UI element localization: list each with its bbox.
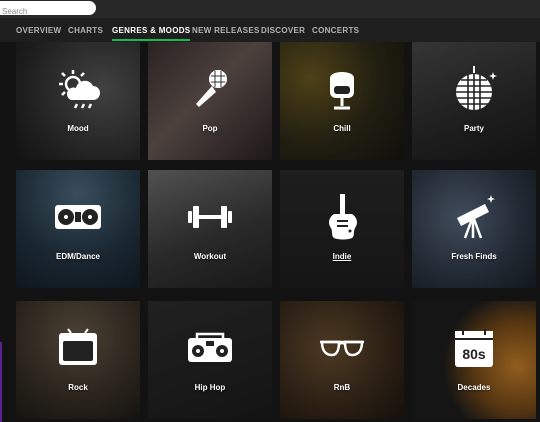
amplifier-icon <box>53 323 103 373</box>
boombox-icon <box>185 323 235 373</box>
genre-label: Rock <box>68 383 88 392</box>
genre-label: EDM/Dance <box>55 252 100 261</box>
genre-tile-rnb[interactable]: RnB <box>280 301 404 419</box>
genre-label: Fresh Finds <box>451 252 497 261</box>
genre-tile-party[interactable]: Party <box>412 42 536 160</box>
active-tab-indicator <box>112 39 191 41</box>
genre-label: Decades <box>457 383 491 392</box>
genre-tile-indie[interactable]: Indie <box>280 170 404 288</box>
genre-tile-pop[interactable]: Pop <box>148 42 272 160</box>
genre-tile-rock[interactable]: Rock <box>16 301 140 419</box>
egg-chair-icon <box>317 64 367 114</box>
genre-tile-fresh-finds[interactable]: Fresh Finds <box>412 170 536 288</box>
genre-tile-decades[interactable]: 80s Decades <box>412 301 536 419</box>
tab-discover[interactable]: DISCOVER <box>261 26 305 35</box>
genre-label: Party <box>463 124 484 133</box>
telescope-icon <box>449 192 499 242</box>
tab-overview[interactable]: OVERVIEW <box>16 26 61 35</box>
turntables-icon <box>53 192 103 242</box>
genre-tile-edm-dance[interactable]: EDM/Dance <box>16 170 140 288</box>
genre-label: Mood <box>67 124 89 133</box>
genre-tile-hip-hop[interactable]: Hip Hop <box>148 301 272 419</box>
decades-badge-text: 80s <box>462 346 486 362</box>
electric-guitar-icon <box>317 192 367 242</box>
microphone-icon <box>185 64 235 114</box>
genre-grid: Mood Pop Chill Party EDM/Dance Workout I… <box>0 42 540 422</box>
genre-tile-chill[interactable]: Chill <box>280 42 404 160</box>
tab-concerts[interactable]: CONCERTS <box>312 26 359 35</box>
disco-ball-icon <box>449 64 499 114</box>
genre-label: Indie <box>332 252 352 261</box>
genre-label: Chill <box>333 124 351 133</box>
genre-label: Workout <box>193 252 227 261</box>
search-box[interactable] <box>0 1 96 19</box>
search-input[interactable] <box>0 4 96 19</box>
genre-label: Hip Hop <box>194 383 226 392</box>
tab-genres-moods-label: GENRES & MOODS <box>112 26 191 35</box>
browse-tabs: OVERVIEW CHARTS GENRES & MOODS NEW RELEA… <box>0 18 540 42</box>
genre-tile-mood[interactable]: Mood <box>16 42 140 160</box>
weather-icon <box>53 64 103 114</box>
top-bar <box>0 0 540 19</box>
genre-tile-workout[interactable]: Workout <box>148 170 272 288</box>
tab-genres-moods[interactable]: GENRES & MOODS <box>112 26 191 41</box>
genre-label: RnB <box>333 383 351 392</box>
tab-new-releases[interactable]: NEW RELEASES <box>192 26 260 35</box>
calendar-80s-icon: 80s <box>449 323 499 373</box>
tab-charts[interactable]: CHARTS <box>68 26 103 35</box>
scroll-accent <box>0 342 2 422</box>
sunglasses-icon <box>317 323 367 373</box>
dumbbell-icon <box>185 192 235 242</box>
genre-label: Pop <box>202 124 218 133</box>
